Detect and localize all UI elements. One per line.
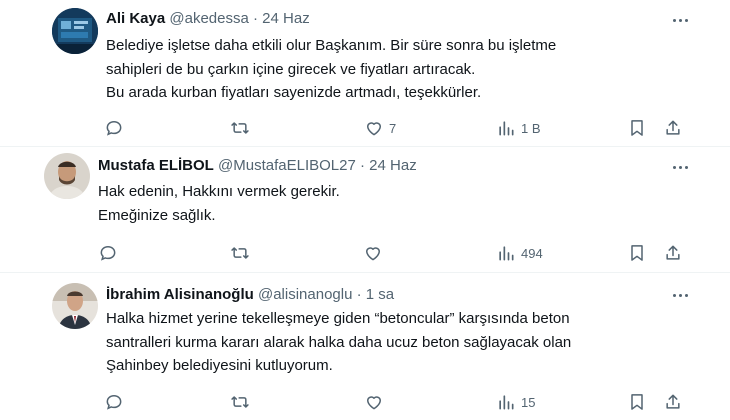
author-name[interactable]: Ali Kaya — [106, 10, 165, 27]
share-button[interactable] — [663, 117, 683, 139]
like-count: 7 — [389, 120, 397, 136]
tweet-text: Halka hizmet yerine tekelleşmeye giden “… — [106, 307, 571, 378]
like-button[interactable] — [363, 242, 383, 264]
bookmark-icon — [627, 392, 647, 412]
timestamp[interactable]: 24 Haz — [262, 10, 310, 27]
author-handle[interactable]: @MustafaELIBOL27 — [218, 157, 356, 174]
tweet-text-line: Bu arada kurban fiyatları sayenizde artm… — [106, 84, 482, 101]
tweet-mustafa-elibol[interactable]: Mustafa ELİBOL @MustafaELIBOL27 · 24 Haz… — [0, 147, 730, 275]
timestamp[interactable]: 24 Haz — [369, 157, 417, 174]
tweet-header: Ali Kaya @akedessa · 24 Haz — [106, 9, 310, 29]
reply-icon — [98, 243, 118, 263]
share-icon — [663, 392, 683, 412]
separator: · — [253, 10, 258, 27]
retweet-button[interactable] — [230, 117, 250, 139]
tweet-header: İbrahim Alisinanoğlu @alisinanoglu · 1 s… — [106, 285, 394, 305]
avatar[interactable] — [52, 283, 98, 329]
retweet-icon — [230, 118, 250, 138]
retweet-button[interactable] — [230, 242, 250, 264]
reply-icon — [104, 118, 124, 138]
avatar[interactable] — [52, 8, 98, 54]
tweet-text-line: santralleri kurma kararı alarak halka da… — [106, 333, 572, 351]
views-count: 494 — [521, 245, 543, 261]
separator: · — [360, 157, 365, 174]
bookmark-button[interactable] — [627, 117, 647, 139]
views-button[interactable]: 15 — [496, 391, 535, 413]
bookmark-button[interactable] — [627, 242, 647, 264]
tweet-ali-kaya[interactable]: Ali Kaya @akedessa · 24 Haz Belediye işl… — [0, 0, 730, 146]
reply-button[interactable] — [104, 391, 124, 413]
like-button[interactable]: 7 — [364, 117, 396, 139]
tweet-text-line: Hak edenin, Hakkını vermek gerekir. — [98, 183, 340, 200]
views-button[interactable]: 1 B — [496, 117, 541, 139]
views-icon — [496, 243, 516, 263]
author-name[interactable]: Mustafa ELİBOL — [98, 157, 214, 174]
author-handle[interactable]: @alisinanoglu — [258, 286, 352, 303]
tweet-actions: 7 1 B — [0, 117, 730, 141]
heart-icon — [363, 243, 383, 263]
tweet-text-line: Halka hizmet yerine tekelleşmeye giden “… — [106, 310, 570, 327]
bookmark-icon — [627, 243, 647, 263]
views-count: 1 B — [521, 120, 541, 136]
author-handle[interactable]: @akedessa — [169, 10, 248, 27]
views-icon — [496, 118, 516, 138]
retweet-icon — [230, 243, 250, 263]
tweet-ibrahim-alisinanoglu[interactable]: İbrahim Alisinanoğlu @alisinanoglu · 1 s… — [0, 273, 730, 420]
share-button[interactable] — [663, 391, 683, 413]
tweet-actions: 494 — [0, 242, 730, 266]
author-name[interactable]: İbrahim Alisinanoğlu — [106, 286, 254, 303]
tweet-text-line: Belediye işletse daha etkili olur Başkan… — [106, 37, 557, 54]
retweet-icon — [230, 392, 250, 412]
reply-icon — [104, 392, 124, 412]
tweet-text: Belediye işletse daha etkili olur Başkan… — [106, 34, 556, 105]
reply-button[interactable] — [104, 117, 124, 139]
views-count: 15 — [521, 394, 536, 410]
more-icon[interactable] — [670, 157, 690, 177]
heart-icon — [364, 392, 384, 412]
tweet-text-line: sahipleri de bu çarkın içine girecek ve … — [106, 60, 476, 78]
avatar[interactable] — [44, 153, 90, 199]
views-button[interactable]: 494 — [496, 242, 543, 264]
separator: · — [356, 286, 362, 303]
reply-button[interactable] — [98, 242, 118, 264]
share-icon — [663, 243, 683, 263]
more-icon[interactable] — [670, 10, 690, 30]
retweet-button[interactable] — [230, 391, 250, 413]
tweet-header: Mustafa ELİBOL @MustafaELIBOL27 · 24 Haz — [98, 156, 417, 176]
like-button[interactable] — [364, 391, 384, 413]
timestamp[interactable]: 1 sa — [366, 286, 394, 303]
views-icon — [496, 392, 516, 412]
share-button[interactable] — [663, 242, 683, 264]
share-icon — [663, 118, 683, 138]
tweet-text-line: Şahinbey belediyesini kutluyorum. — [106, 357, 333, 374]
tweet-text: Hak edenin, Hakkını vermek gerekir. Emeğ… — [98, 180, 340, 227]
bookmark-button[interactable] — [627, 391, 647, 413]
heart-icon — [364, 118, 384, 138]
bookmark-icon — [627, 118, 647, 138]
tweet-actions: 15 — [0, 391, 730, 415]
more-icon[interactable] — [670, 285, 690, 305]
tweet-text-line: Emeğinize sağlık. — [98, 206, 216, 224]
